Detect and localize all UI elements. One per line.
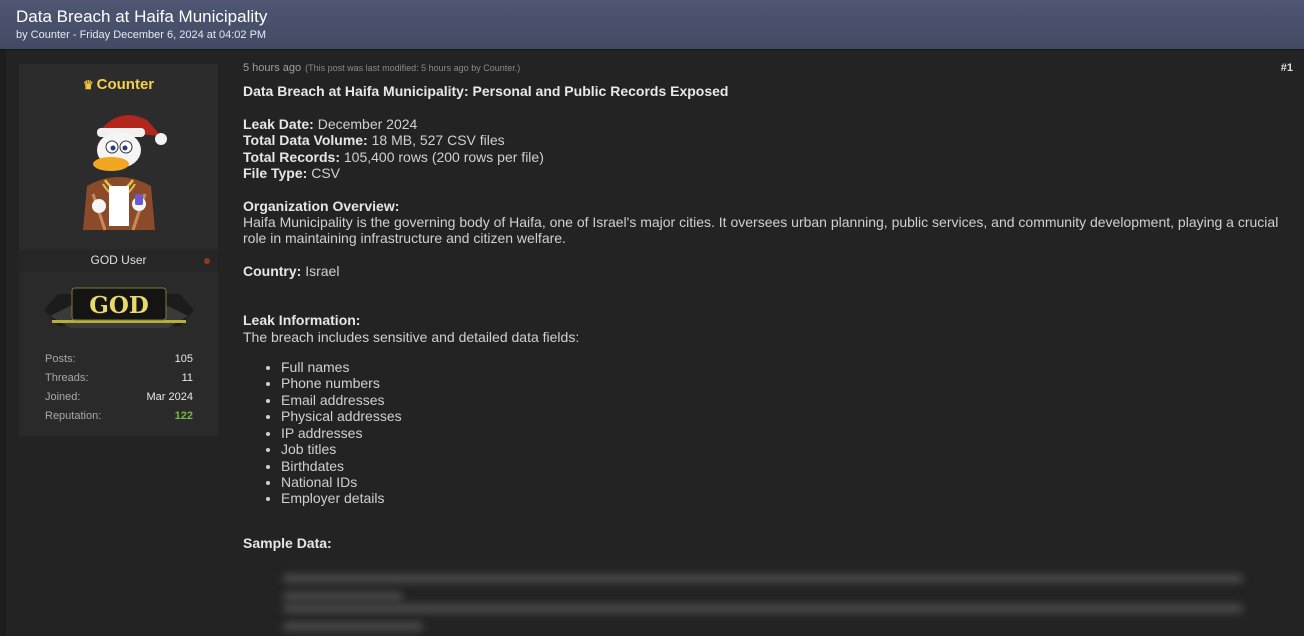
leak-date-value: December 2024 bbox=[317, 116, 418, 132]
list-item: National IDs bbox=[281, 474, 1283, 490]
thread-byline: by Counter - Friday December 6, 2024 at … bbox=[16, 29, 267, 41]
usertitle-text: GOD User bbox=[90, 253, 147, 267]
org-overview-text: Haifa Municipality is the governing body… bbox=[243, 214, 1279, 247]
stat-reputation: Reputation: 122 bbox=[45, 407, 193, 426]
filetype-value: CSV bbox=[311, 165, 340, 182]
country-line: Country: Israel bbox=[243, 263, 1283, 279]
leak-date-line: Leak Date: December 2024 bbox=[243, 116, 1283, 132]
author-stats: Posts: 105 Threads: 11 Joined: Mar 2024 … bbox=[45, 350, 193, 426]
blurred-sample-data bbox=[273, 566, 1263, 636]
list-item: Physical addresses bbox=[281, 408, 1283, 424]
volume-value: 18 MB, 527 CSV files bbox=[371, 132, 505, 149]
post-body: Data Breach at Haifa Municipality: Perso… bbox=[243, 83, 1283, 507]
list-item: IP addresses bbox=[281, 425, 1283, 441]
list-item: Job titles bbox=[281, 441, 1283, 457]
list-item: Email addresses bbox=[281, 392, 1283, 408]
avatar[interactable] bbox=[69, 102, 169, 234]
stat-label: Threads: bbox=[45, 372, 89, 384]
stat-label: Joined: bbox=[45, 391, 81, 403]
post-number-link[interactable]: #1 bbox=[1281, 62, 1293, 74]
stat-threads: Threads: 11 bbox=[45, 369, 193, 388]
author-name: Counter bbox=[96, 76, 155, 93]
stat-value: 105 bbox=[174, 353, 193, 365]
list-item: Birthdates bbox=[281, 458, 1283, 474]
list-item: Full names bbox=[281, 359, 1283, 375]
stat-value: 11 bbox=[181, 372, 193, 384]
leak-info-label: Leak Information: bbox=[243, 312, 361, 329]
thread-header: Data Breach at Haifa Municipality by Cou… bbox=[0, 0, 1304, 50]
filetype-line: File Type: CSV bbox=[243, 165, 1283, 181]
sample-data-label: Sample Data: bbox=[243, 535, 332, 551]
leak-date-label: Leak Date: bbox=[243, 116, 314, 132]
stat-value: Mar 2024 bbox=[146, 391, 193, 403]
crown-icon: ♛ bbox=[82, 78, 94, 92]
usertitle: GOD User bbox=[19, 250, 218, 272]
offline-status-dot bbox=[204, 258, 210, 264]
country-value: Israel bbox=[305, 262, 340, 279]
post: 5 hours ago (This post was last modified:… bbox=[243, 50, 1293, 636]
records-value: 105,400 rows (200 rows per file) bbox=[343, 148, 544, 165]
stat-label: Posts: bbox=[45, 353, 76, 365]
list-item: Phone numbers bbox=[281, 375, 1283, 391]
records-label: Total Records: bbox=[243, 148, 340, 165]
filetype-label: File Type: bbox=[243, 165, 308, 182]
post-container: ♛ Counter GOD User GOD Posts: 105 Thread… bbox=[0, 50, 1304, 636]
author-panel: ♛ Counter GOD User GOD Posts: 105 Thread… bbox=[19, 64, 218, 436]
post-meta: 5 hours ago (This post was last modified:… bbox=[243, 62, 520, 74]
leak-info-text: The breach includes sensitive and detail… bbox=[243, 328, 580, 345]
org-overview-label: Organization Overview: bbox=[243, 197, 400, 214]
list-item: Employer details bbox=[281, 490, 1283, 506]
author-name-link[interactable]: ♛ Counter bbox=[19, 76, 218, 93]
reputation-link[interactable]: 122 bbox=[175, 407, 193, 426]
volume-line: Total Data Volume: 18 MB, 527 CSV files bbox=[243, 132, 1283, 148]
records-line: Total Records: 105,400 rows (200 rows pe… bbox=[243, 149, 1283, 165]
stat-joined: Joined: Mar 2024 bbox=[45, 388, 193, 407]
post-heading: Data Breach at Haifa Municipality: Perso… bbox=[243, 83, 729, 99]
post-time: 5 hours ago bbox=[243, 62, 302, 74]
left-gutter bbox=[0, 50, 6, 636]
country-label: Country: bbox=[243, 262, 302, 279]
post-modified-note: (This post was last modified: 5 hours ag… bbox=[305, 63, 521, 73]
thread-title: Data Breach at Haifa Municipality bbox=[16, 7, 268, 26]
volume-label: Total Data Volume: bbox=[243, 132, 368, 149]
rank-badge-text: GOD bbox=[89, 292, 149, 319]
stat-label: Reputation: bbox=[45, 410, 102, 422]
data-fields-list: Full names Phone numbers Email addresses… bbox=[281, 359, 1283, 507]
stat-posts: Posts: 105 bbox=[45, 350, 193, 369]
god-rank-badge: GOD bbox=[44, 287, 194, 328]
